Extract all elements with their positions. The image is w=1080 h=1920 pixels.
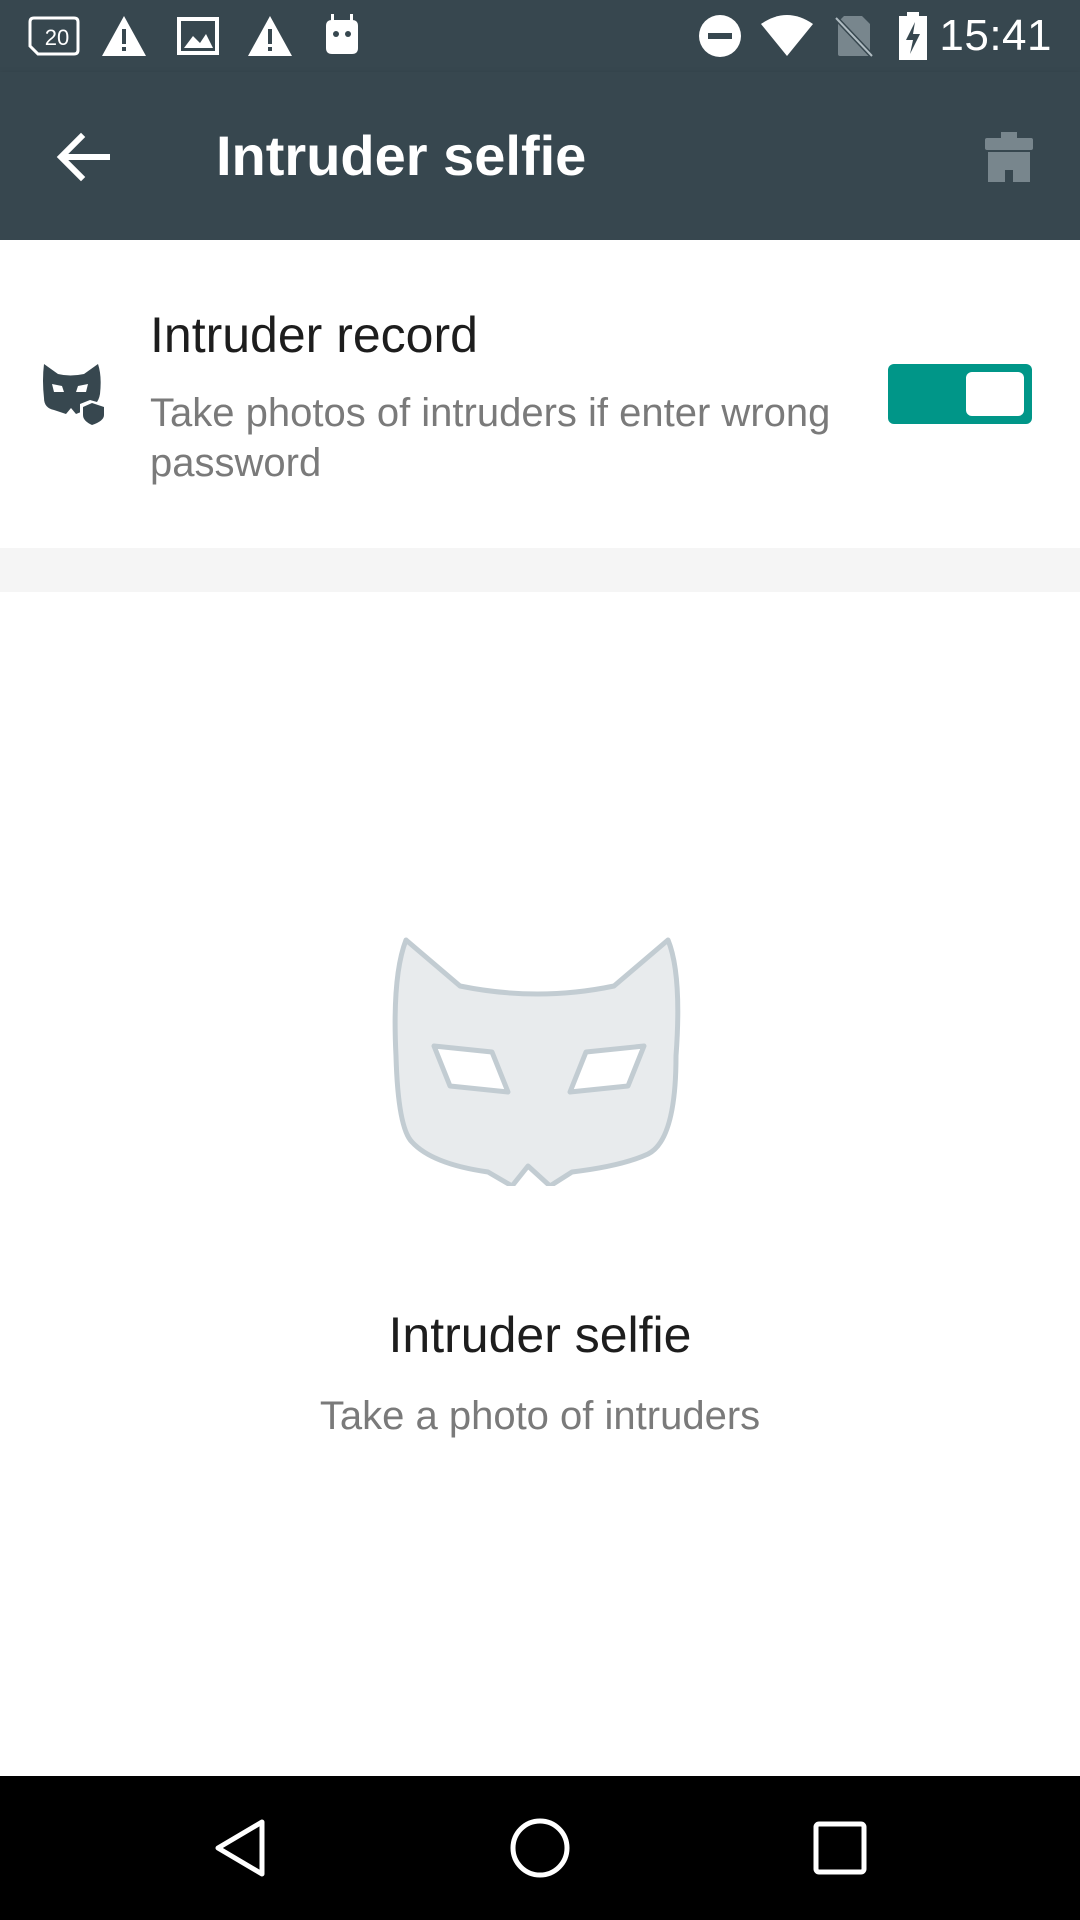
setting-description: Take photos of intruders if enter wrong … <box>150 391 831 485</box>
status-bar: 20 15:41 <box>0 0 1080 72</box>
mask-shield-icon <box>40 362 108 426</box>
intruder-record-toggle[interactable] <box>888 364 1032 424</box>
back-button[interactable] <box>38 112 128 202</box>
page-title: Intruder selfie <box>216 124 587 187</box>
battery-charging-icon <box>898 12 928 60</box>
status-time: 15:41 <box>939 11 1052 60</box>
app-bar: Intruder selfie <box>0 72 1080 240</box>
do-not-disturb-icon <box>698 14 742 58</box>
empty-state-subtitle: Take a photo of intruders <box>319 1394 761 1438</box>
intruder-record-setting[interactable]: Intruder record Take photos of intruders… <box>0 240 1080 548</box>
section-divider <box>0 548 1080 592</box>
setting-title: Intruder record <box>150 307 478 363</box>
image-icon <box>176 14 220 58</box>
arrow-back-icon <box>56 132 110 182</box>
delete-button[interactable] <box>964 112 1054 202</box>
home-circle-icon <box>510 1818 570 1878</box>
wifi-icon <box>760 14 814 58</box>
toggle-knob <box>966 372 1024 416</box>
warning-icon <box>100 14 148 58</box>
nav-recents-button[interactable] <box>790 1798 890 1898</box>
mask-icon <box>392 936 688 1189</box>
navigation-bar <box>0 1776 1080 1920</box>
trash-icon <box>985 132 1033 182</box>
no-sim-icon <box>834 14 874 58</box>
sim-20-icon: 20 <box>28 14 80 58</box>
recents-square-icon <box>813 1821 867 1875</box>
nav-home-button[interactable] <box>490 1798 590 1898</box>
android-icon <box>322 14 362 58</box>
nav-back-button[interactable] <box>190 1798 290 1898</box>
warning-icon <box>246 14 294 58</box>
sim-badge-text: 20 <box>45 25 69 50</box>
back-triangle-icon <box>215 1819 265 1877</box>
empty-state-title: Intruder selfie <box>388 1307 692 1363</box>
